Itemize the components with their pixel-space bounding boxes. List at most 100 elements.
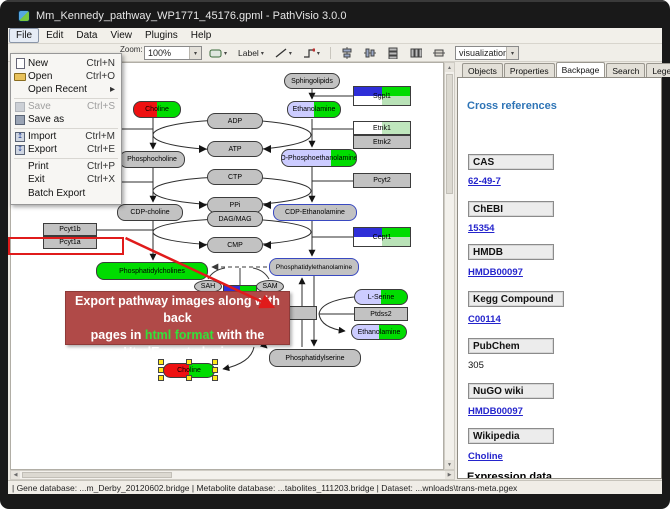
node-l-serine[interactable]: L-Serine — [354, 289, 408, 305]
node-o-phosphoethanolamine[interactable]: O-Phosphoethanolamine — [281, 149, 357, 167]
node-ethanolamine-top[interactable]: Ethanolamine — [287, 101, 341, 118]
scroll-up-icon[interactable]: ▲ — [445, 63, 454, 72]
chevron-down-icon[interactable]: ▾ — [506, 47, 518, 59]
node-sgpl1[interactable]: Sgpl1 — [353, 86, 411, 106]
status-bar: | Gene database: ...m_Derby_20120602.bri… — [8, 480, 662, 494]
node-cdp-choline[interactable]: CDP-choline — [117, 204, 183, 221]
callout-line1: Export pathway images along with back — [66, 293, 289, 327]
save-disk-icon — [12, 102, 28, 112]
expression-data-header: Expression data — [467, 471, 552, 479]
node-sphingolipids[interactable]: Sphingolipids — [284, 73, 340, 89]
align-center-x-button[interactable] — [338, 46, 356, 60]
import-icon: ↥ — [12, 132, 28, 142]
selection-handle[interactable] — [212, 375, 218, 381]
datanode-icon — [209, 48, 222, 58]
align-center-y-icon — [364, 47, 376, 59]
menu-item-open-recent[interactable]: Open Recent ▸ — [12, 83, 120, 96]
new-file-icon — [12, 58, 28, 69]
node-ethanolamine-bottom[interactable]: Ethanolamine — [351, 324, 407, 340]
node-etnk1[interactable]: Etnk1 — [353, 121, 411, 135]
node-ctp[interactable]: CTP — [207, 169, 263, 185]
pubchem-value: 305 — [468, 360, 484, 371]
menu-item-batch-export[interactable]: Batch Export — [12, 187, 120, 200]
stack-horizontal-button[interactable] — [407, 46, 425, 60]
scroll-left-icon[interactable]: ◀ — [11, 471, 20, 479]
selection-handle[interactable] — [158, 375, 164, 381]
node-phosphocholine[interactable]: Phosphocholine — [119, 151, 185, 168]
title-bar[interactable]: Mm_Kennedy_pathway_WP1771_45176.gpml - P… — [8, 6, 662, 26]
node-cmp[interactable]: CMP — [207, 237, 263, 253]
match-width-button[interactable] — [430, 46, 448, 60]
node-etnk2[interactable]: Etnk2 — [353, 135, 411, 149]
node-adp[interactable]: ADP — [207, 113, 263, 129]
node-cept1[interactable]: Cept1 — [353, 227, 411, 247]
callout-line2: pages in html format with the — [66, 327, 289, 344]
tab-search[interactable]: Search — [606, 63, 645, 77]
link-cas-value[interactable]: 62-49-7 — [468, 176, 501, 187]
canvas-vertical-scrollbar[interactable]: ▲ ▼ — [444, 62, 455, 470]
node-phosphatidylcholines[interactable]: Phosphatidylcholines — [96, 262, 208, 280]
tab-properties[interactable]: Properties — [504, 63, 555, 77]
status-text: | Gene database: ...m_Derby_20120602.bri… — [12, 483, 517, 493]
menu-help[interactable]: Help — [185, 29, 218, 42]
menu-edit[interactable]: Edit — [40, 29, 69, 42]
menu-item-new[interactable]: New Ctrl+N — [12, 57, 120, 70]
menu-item-open[interactable]: Open Ctrl+O — [12, 70, 120, 83]
link-chebi-value[interactable]: 15354 — [468, 223, 494, 234]
tab-backpage[interactable]: Backpage — [556, 62, 606, 77]
window-title: Mm_Kennedy_pathway_WP1771_45176.gpml - P… — [36, 10, 346, 22]
menu-item-import[interactable]: ↥ Import Ctrl+M — [12, 130, 120, 143]
window-frame-highlight — [0, 0, 670, 2]
section-nugo-wiki: NuGO wiki — [468, 383, 554, 399]
add-line-button[interactable]: ▾ — [272, 46, 295, 60]
connector-icon — [303, 48, 315, 59]
add-connector-button[interactable]: ▾ — [300, 46, 323, 60]
menu-view[interactable]: View — [104, 29, 138, 42]
scroll-down-icon[interactable]: ▼ — [445, 460, 454, 469]
node-ptdss2[interactable]: Ptdss2 — [354, 307, 408, 321]
node-phosphatidylethanolamine[interactable]: Phosphatidylethanolamine — [269, 258, 359, 276]
menu-separator — [14, 98, 118, 99]
visualization-value: visualization — [456, 48, 506, 58]
link-wikipedia-value[interactable]: Choline — [468, 451, 503, 462]
horizontal-scroll-thumb[interactable] — [22, 472, 172, 478]
node-pcyt1b[interactable]: Pcyt1b — [43, 223, 97, 236]
node-atp[interactable]: ATP — [207, 141, 263, 157]
menu-plugins[interactable]: Plugins — [139, 29, 184, 42]
node-pcyt2[interactable]: Pcyt2 — [353, 173, 411, 188]
menu-item-save[interactable]: Save Ctrl+S — [12, 100, 120, 113]
chevron-down-icon[interactable]: ▾ — [189, 47, 201, 59]
stack-vertical-button[interactable] — [384, 46, 402, 60]
node-gene-partial-pisd[interactable] — [287, 306, 317, 320]
tab-legend[interactable]: Legend — [646, 63, 670, 77]
link-kegg-value[interactable]: C00114 — [468, 314, 501, 325]
menu-item-export[interactable]: ↧ Export Ctrl+E — [12, 143, 120, 156]
menu-item-save-as[interactable]: Save as — [12, 113, 120, 126]
selection-handle[interactable] — [158, 367, 164, 373]
selection-handle[interactable] — [186, 375, 192, 381]
link-hmdb-value[interactable]: HMDB00097 — [468, 267, 523, 278]
zoom-combobox[interactable]: 100% ▾ — [144, 46, 202, 60]
node-dag-mag[interactable]: DAG/MAG — [207, 211, 263, 227]
node-cdp-ethanolamine[interactable]: CDP-Ethanolamine — [273, 204, 357, 221]
menu-file[interactable]: File — [9, 28, 39, 43]
vertical-scroll-thumb[interactable] — [446, 74, 453, 194]
menu-item-exit[interactable]: Exit Ctrl+X — [12, 173, 120, 186]
chevron-down-icon: ▾ — [224, 50, 227, 57]
link-nugo-value[interactable]: HMDB00097 — [468, 406, 523, 417]
tab-objects[interactable]: Objects — [462, 63, 503, 77]
align-center-x-icon — [341, 47, 353, 59]
add-label-button[interactable]: Label ▾ — [235, 46, 267, 60]
menu-item-print[interactable]: Print Ctrl+P — [12, 160, 120, 173]
node-choline-top[interactable]: Choline — [133, 101, 181, 118]
file-menu-popup: New Ctrl+N Open Ctrl+O Open Recent ▸ Sav… — [10, 53, 122, 205]
menu-data[interactable]: Data — [70, 29, 103, 42]
visualization-combobox[interactable]: visualization ▾ — [455, 46, 519, 60]
align-center-y-button[interactable] — [361, 46, 379, 60]
section-kegg: Kegg Compound — [468, 291, 564, 307]
canvas-horizontal-scrollbar[interactable]: ◀ ▶ — [10, 470, 455, 480]
scroll-right-icon[interactable]: ▶ — [445, 471, 454, 479]
add-datanode-button[interactable]: ▾ — [206, 46, 230, 60]
side-panel-tabs: Objects Properties Backpage Search Legen… — [457, 62, 662, 77]
selection-handle[interactable] — [212, 367, 218, 373]
